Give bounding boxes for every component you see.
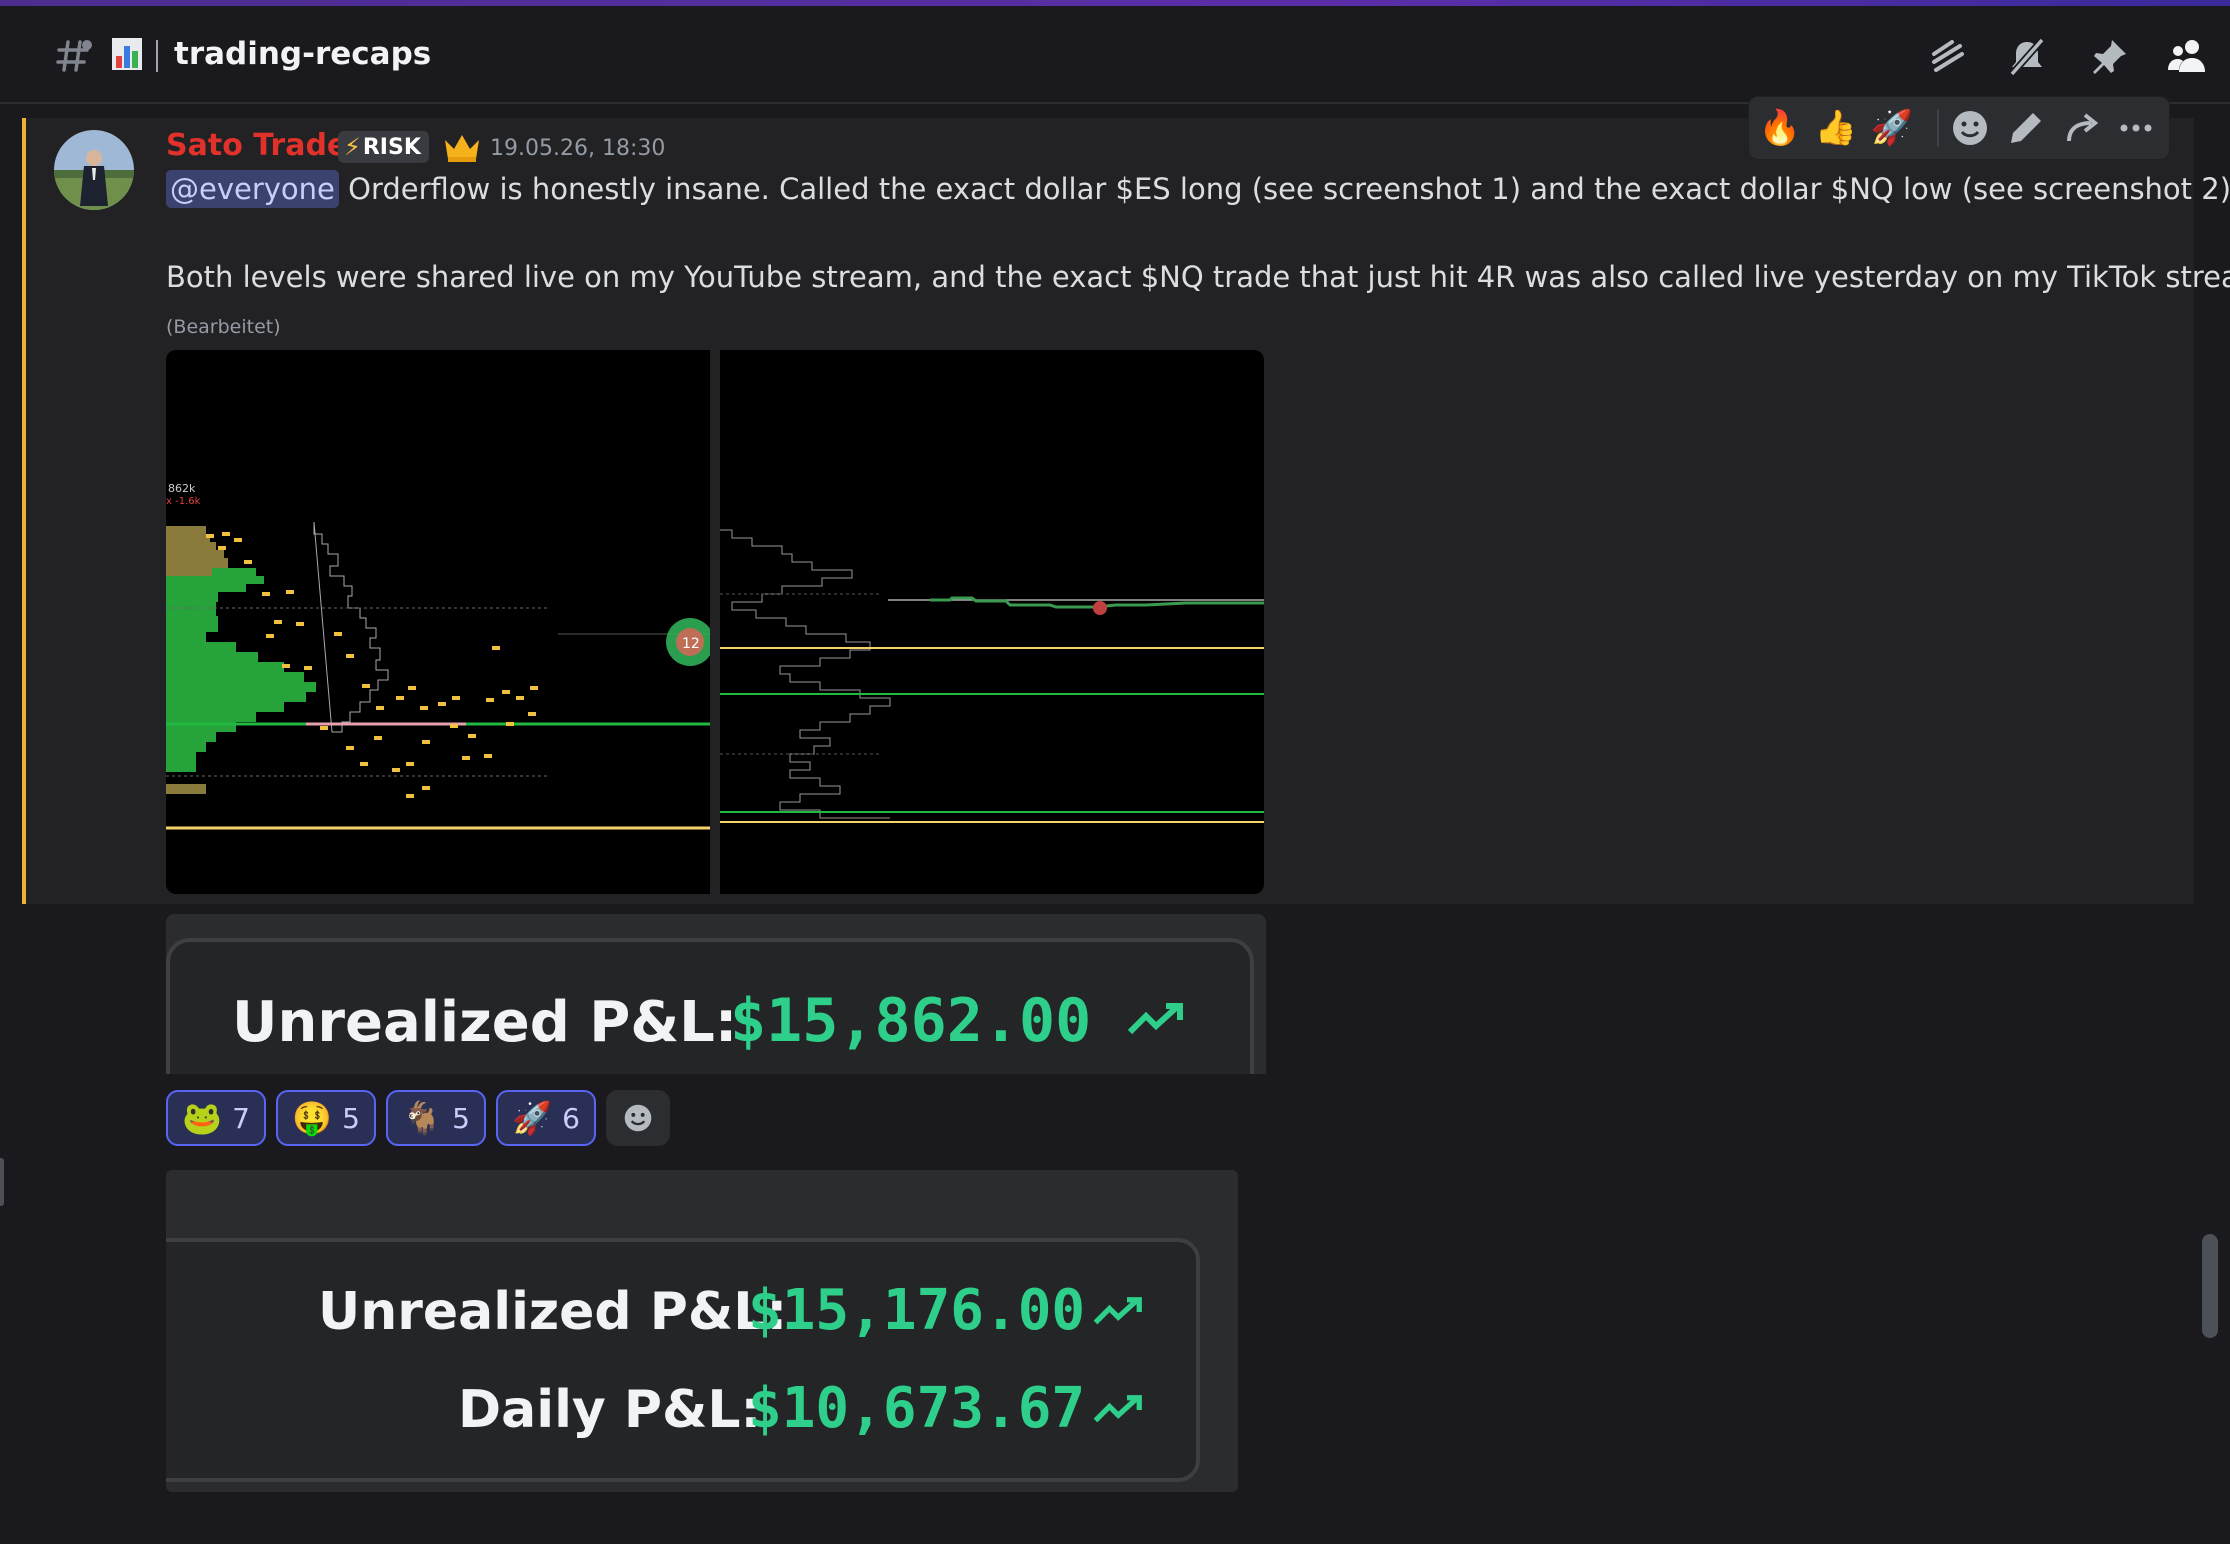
add-reaction-icon (624, 1104, 652, 1132)
bolt-icon: ⚡ (344, 133, 361, 161)
reaction-rocket[interactable]: 🚀 6 (496, 1090, 596, 1146)
author-name[interactable]: Sato Trades (166, 128, 365, 163)
reaction-emoji: 🤑 (292, 1099, 332, 1137)
delta-label: x -1.6k (166, 496, 201, 507)
add-reaction-button[interactable] (606, 1090, 670, 1146)
trade-marker-label: 12 (682, 636, 700, 652)
quick-reaction-thumbs-up[interactable]: 👍 (1813, 105, 1859, 151)
edited-label: (Bearbeitet) (166, 316, 281, 338)
forward-icon[interactable] (2059, 105, 2105, 151)
pnl-screenshot-2[interactable]: Unrealized P&L: $15,176.00 Daily P&L: $1… (166, 1170, 1238, 1492)
members-icon[interactable] (2166, 36, 2208, 78)
pnl-value-unrealized: $15,176.00 (748, 1278, 1086, 1343)
sidebar-edge-handle[interactable] (0, 1158, 4, 1206)
attachment-screenshot-1[interactable]: 862k x -1.6k 12 (166, 350, 710, 894)
channel-header: trading-recaps (0, 6, 2230, 104)
reaction-count: 6 (562, 1101, 580, 1135)
mention-highlight-bar (22, 118, 26, 904)
threads-hash-icon (56, 40, 92, 72)
message-timestamp: 19.05.26, 18:30 (490, 136, 666, 161)
reaction-emoji: 🐐 (402, 1099, 442, 1137)
pnl-value-daily: $10,673.67 (748, 1376, 1086, 1441)
everyone-mention[interactable]: @everyone (166, 170, 339, 208)
reaction-count: 5 (342, 1101, 360, 1135)
reaction-goat[interactable]: 🐐 5 (386, 1090, 486, 1146)
message-text-1: Orderflow is honestly insane. Called the… (348, 172, 2230, 206)
pnl-label-daily: Daily P&L: (458, 1380, 762, 1440)
orderflow-chart-2 (720, 529, 1264, 823)
reaction-emoji: 🚀 (512, 1099, 552, 1137)
pnl-label: Unrealized P&L: (232, 990, 738, 1055)
more-icon[interactable] (2113, 105, 2159, 151)
crown-icon (445, 135, 479, 162)
add-reaction-icon[interactable] (1947, 105, 1993, 151)
pnl-card (166, 1238, 1200, 1482)
reaction-count: 7 (232, 1101, 250, 1135)
reaction-emoji: 🐸 (182, 1099, 222, 1137)
role-tag[interactable]: ⚡ RISK (338, 131, 429, 163)
pnl-screenshot-1[interactable]: Unrealized P&L: $15,862.00 (166, 914, 1266, 1074)
volume-label: 862k (168, 482, 196, 495)
pin-icon[interactable] (2088, 36, 2130, 78)
avatar[interactable] (54, 130, 134, 210)
quick-reaction-rocket[interactable]: 🚀 (1869, 105, 1915, 151)
mute-bell-icon[interactable] (2006, 36, 2048, 78)
message-text-2: Both levels were shared live on my YouTu… (166, 260, 2230, 294)
role-tag-label: RISK (362, 134, 421, 160)
quick-reaction-fire[interactable]: 🔥 (1757, 105, 1803, 151)
toolbar-divider (1937, 109, 1939, 147)
edit-icon[interactable] (2003, 105, 2049, 151)
trend-up-icon (1127, 1003, 1183, 1035)
reaction-pepe[interactable]: 🐸 7 (166, 1090, 266, 1146)
bar-chart-emoji (112, 38, 142, 70)
reaction-bar: 🐸 7 🤑 5 🐐 5 🚀 6 (166, 1090, 670, 1146)
trend-up-icon (1093, 1395, 1142, 1423)
channel-name: trading-recaps (174, 36, 432, 72)
message-action-toolbar: 🔥 👍 🚀 (1748, 96, 2170, 160)
orderflow-chart-1: 862k x -1.6k 12 (166, 482, 710, 830)
reaction-money[interactable]: 🤑 5 (276, 1090, 376, 1146)
pnl-label-unrealized: Unrealized P&L: (318, 1282, 788, 1342)
scrollbar-thumb[interactable] (2202, 1234, 2218, 1338)
threads-icon[interactable] (1926, 36, 1968, 78)
message-line-1: @everyone Orderflow is honestly insane. … (166, 170, 2230, 208)
header-divider (156, 40, 158, 72)
trend-up-icon (1093, 1297, 1142, 1325)
reaction-count: 5 (452, 1101, 470, 1135)
attachment-screenshot-2[interactable] (720, 350, 1264, 894)
pnl-value: $15,862.00 (730, 986, 1092, 1056)
